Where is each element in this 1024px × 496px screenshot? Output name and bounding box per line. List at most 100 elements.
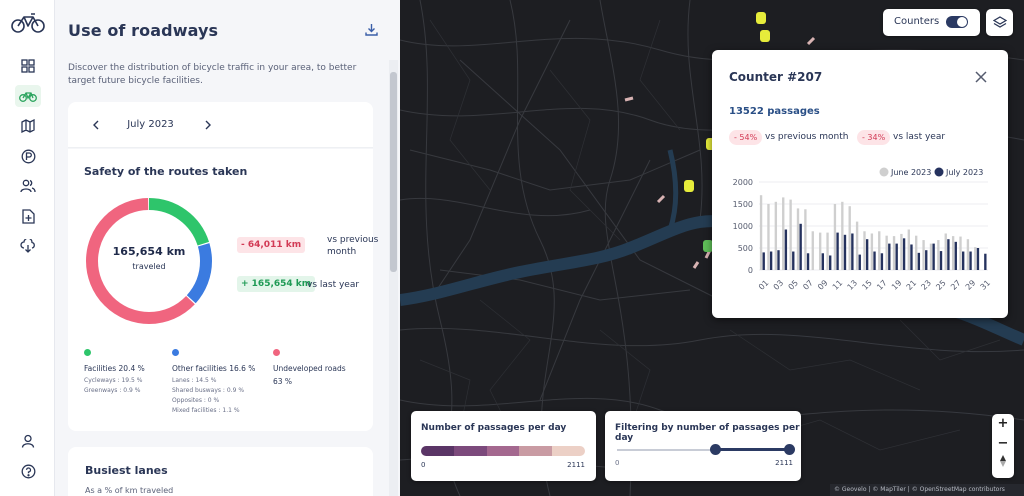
chart-bar: [892, 236, 896, 270]
counters-toggle[interactable]: [946, 16, 968, 28]
chart-bar: [777, 250, 780, 270]
chart-bar: [932, 243, 935, 270]
chart-bar: [841, 201, 844, 270]
chart-bar: [910, 244, 913, 270]
chart-bar: [843, 234, 847, 270]
compass-icon: [1000, 455, 1006, 467]
filter-slider-handle-high[interactable]: [784, 444, 795, 455]
chart-bar: [929, 243, 933, 270]
color-ramp: [421, 446, 585, 456]
passages-legend-title: Number of passages per day: [421, 423, 567, 433]
legend-other-line: Lanes : 14.5 %: [172, 377, 217, 384]
bicycle-logo-icon[interactable]: [11, 12, 45, 34]
chart-bar: [937, 240, 940, 270]
counter-label-month: vs previous month: [765, 132, 849, 142]
close-icon[interactable]: [975, 71, 987, 83]
chart-bar: [865, 239, 869, 270]
filter-legend-max: 2111: [775, 459, 793, 467]
compass-button[interactable]: [992, 454, 1014, 474]
chart-bar: [878, 231, 881, 270]
ramp-step: [453, 446, 487, 456]
dashboard-icon[interactable]: [15, 55, 41, 77]
chart-bar: [796, 208, 800, 270]
cloud-download-icon[interactable]: [15, 235, 41, 257]
chart-x-tick: 23: [919, 278, 933, 292]
chart-bar: [818, 232, 822, 270]
total-distance: 165,654 km: [112, 245, 186, 258]
page-title: Use of roadways: [68, 21, 219, 40]
busiest-subtitle: As a % of km traveled: [85, 486, 174, 495]
chart-bar: [863, 231, 866, 270]
chart-bar: [974, 247, 977, 270]
help-icon[interactable]: [15, 460, 41, 482]
legend-facilities-title: Facilities 20.4 %: [84, 364, 145, 373]
filter-legend: Filtering by number of passages per day …: [605, 411, 801, 481]
counter-badge-month: - 54%: [729, 130, 763, 145]
donut-chart: [86, 198, 212, 324]
ramp-step: [519, 446, 553, 456]
chart-x-tick: 05: [787, 278, 801, 292]
account-icon[interactable]: [15, 430, 41, 452]
chart-bar: [767, 204, 770, 270]
legend-other-line: Shared busways : 0.9 %: [172, 387, 245, 394]
chart-bar: [789, 199, 792, 270]
download-icon[interactable]: [365, 23, 378, 36]
vs-previous-badge: - 64,011 km: [237, 237, 306, 253]
chart-bar: [829, 255, 832, 270]
chart-y-tick: 2000: [733, 178, 753, 187]
legend-other-line: Opposites : 0 %: [172, 397, 220, 404]
chart-bar: [925, 250, 928, 270]
passages-bar-chart: June 2023 July 2023 0 500 1000 1500 2000 01 03 05…: [733, 167, 992, 292]
vs-year-label: vs last year: [307, 280, 360, 290]
scrollbar-thumb[interactable]: [390, 72, 397, 272]
parking-icon[interactable]: [15, 145, 41, 167]
safety-card: Safety of the routes taken 165,654 km tr…: [68, 149, 378, 431]
chart-x-tick: 09: [816, 278, 830, 292]
users-icon[interactable]: [15, 175, 41, 197]
add-document-icon[interactable]: [15, 205, 41, 227]
roadways-panel: Use of roadways Discover the distributio…: [55, 0, 400, 496]
chart-y-tick: 500: [738, 244, 753, 253]
zoom-out-button[interactable]: −: [992, 434, 1014, 454]
zoom-in-button[interactable]: +: [992, 414, 1014, 434]
chart-x-tick: 19: [890, 278, 904, 292]
chart-x-tick: 03: [772, 278, 786, 292]
chevron-right-icon[interactable]: [202, 118, 214, 132]
layers-icon: [992, 15, 1007, 28]
filter-legend-min: 0: [615, 459, 620, 467]
chart-bar: [900, 233, 903, 270]
chart-bar: [939, 251, 943, 270]
chart-bar: [826, 232, 829, 270]
counters-label: Counters: [894, 16, 940, 27]
chart-bar: [799, 223, 802, 270]
toggle-knob: [957, 17, 967, 27]
chart-bar: [759, 195, 763, 270]
layers-button[interactable]: [986, 9, 1013, 36]
panel-scrollbar[interactable]: [389, 60, 398, 496]
chart-bar: [855, 221, 859, 270]
counter-label-year: vs last year: [893, 132, 946, 142]
counter-title: Counter #207: [729, 70, 823, 84]
map-icon[interactable]: [15, 115, 41, 137]
legend-other-title: Other facilities 16.6 %: [172, 364, 256, 373]
chart-bar: [895, 243, 898, 270]
chart-bar: [976, 248, 980, 270]
chart-bar: [917, 252, 921, 270]
chart-x-tick: 25: [934, 278, 948, 292]
chart-legend-marker: [934, 167, 944, 177]
chart-bar: [885, 235, 888, 270]
chart-x-tick: 27: [949, 278, 963, 292]
chart-x-tick: 17: [875, 278, 889, 292]
chart-bar: [811, 231, 814, 270]
filter-slider-handle-low[interactable]: [710, 444, 721, 455]
bike-icon[interactable]: [15, 85, 41, 107]
counters-toggle-control[interactable]: Counters: [883, 9, 980, 36]
chart-y-tick: 1500: [733, 200, 753, 209]
legend-other-line: Mixed facilities : 1.1 %: [172, 407, 240, 414]
chart-x-tick: 01: [757, 278, 771, 292]
chart-y-tick: 1000: [733, 222, 753, 231]
ramp-step: [421, 446, 454, 456]
chart-bar: [984, 253, 987, 270]
chart-bar: [833, 204, 837, 270]
chart-legend-label: July 2023: [945, 168, 983, 177]
